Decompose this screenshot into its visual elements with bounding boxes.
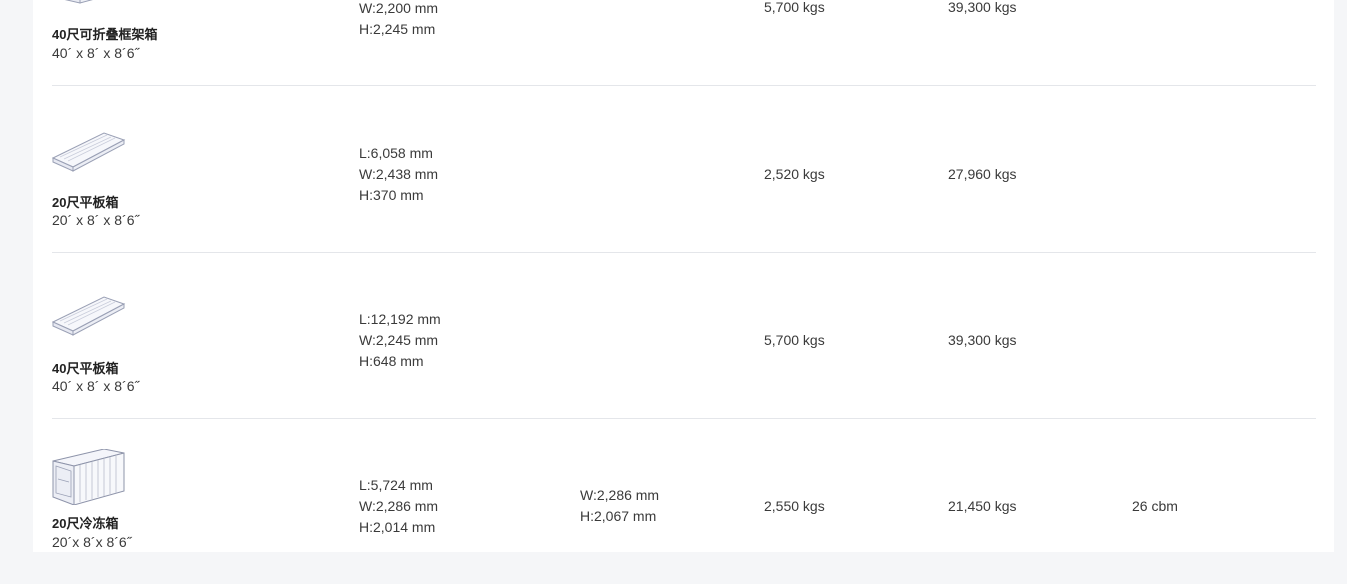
inner-dimensions: L:5,724 mm W:2,286 mm H:2,014 mm bbox=[359, 475, 438, 538]
container-name: 40尺平板箱 bbox=[52, 361, 119, 376]
inner-dimensions: W:2,200 mm H:2,245 mm bbox=[359, 0, 438, 40]
tare-weight: 5,700 kgs bbox=[764, 0, 825, 15]
tare-weight: 2,550 kgs bbox=[764, 498, 825, 514]
table-row: 40尺平板箱 40´ x 8´ x 8´6˝ L:12,192 mm W:2,2… bbox=[52, 252, 1316, 419]
dimension-width: W:2,245 mm bbox=[359, 332, 439, 348]
max-payload: 39,300 kgs bbox=[948, 332, 1017, 348]
dimension-width: W:2,286 mm bbox=[359, 498, 439, 514]
container-name: 20尺冷冻箱 bbox=[52, 516, 119, 531]
container-size: 20´x 8´x 8´6˝ bbox=[52, 534, 132, 550]
dimension-length: L:12,192 mm bbox=[359, 311, 441, 327]
inner-dimensions: L:12,192 mm W:2,245 mm H:648 mm bbox=[359, 309, 441, 372]
table-row: 20尺平板箱 20´ x 8´ x 8´6˝ L:6,058 mm W:2,43… bbox=[52, 86, 1316, 253]
table-row: 40尺可折叠框架箱 40´ x 8´ x 8´6˝ W:2,200 mm H:2… bbox=[52, 0, 1316, 86]
tare-weight: 5,700 kgs bbox=[764, 332, 825, 348]
container-name: 40尺可折叠框架箱 bbox=[52, 27, 158, 42]
container-size: 40´ x 8´ x 8´6˝ bbox=[52, 45, 140, 61]
max-payload: 21,450 kgs bbox=[948, 498, 1017, 514]
container-spec-page: 40尺可折叠框架箱 40´ x 8´ x 8´6˝ W:2,200 mm H:2… bbox=[33, 0, 1334, 552]
capacity: 26 cbm bbox=[1132, 498, 1178, 514]
dimension-width: W:2,200 mm bbox=[359, 0, 439, 16]
dimension-height: H:370 mm bbox=[359, 187, 424, 203]
door-width: W:2,286 mm bbox=[580, 487, 660, 503]
dimension-length: L:6,058 mm bbox=[359, 145, 433, 161]
dimension-height: H:648 mm bbox=[359, 353, 424, 369]
max-payload: 27,960 kgs bbox=[948, 166, 1017, 182]
container-size: 40´ x 8´ x 8´6˝ bbox=[52, 378, 140, 394]
reefer-container-icon bbox=[52, 449, 126, 505]
door-height: H:2,067 mm bbox=[580, 508, 657, 524]
max-payload: 39,300 kgs bbox=[948, 0, 1017, 15]
dimension-height: H:2,014 mm bbox=[359, 519, 436, 535]
dimension-height: H:2,245 mm bbox=[359, 21, 436, 37]
inner-dimensions: L:6,058 mm W:2,438 mm H:370 mm bbox=[359, 143, 438, 206]
table-row: 20尺冷冻箱 20´x 8´x 8´6˝ L:5,724 mm W:2,286 … bbox=[52, 418, 1316, 584]
container-size: 20´ x 8´ x 8´6˝ bbox=[52, 212, 140, 228]
dimension-length: L:5,724 mm bbox=[359, 477, 433, 493]
platform-container-icon bbox=[52, 130, 126, 186]
platform-container-icon bbox=[52, 294, 126, 350]
dimension-width: W:2,438 mm bbox=[359, 166, 439, 182]
container-name: 20尺平板箱 bbox=[52, 195, 119, 210]
tare-weight: 2,520 kgs bbox=[764, 166, 825, 182]
door-opening: W:2,286 mm H:2,067 mm bbox=[580, 485, 659, 527]
